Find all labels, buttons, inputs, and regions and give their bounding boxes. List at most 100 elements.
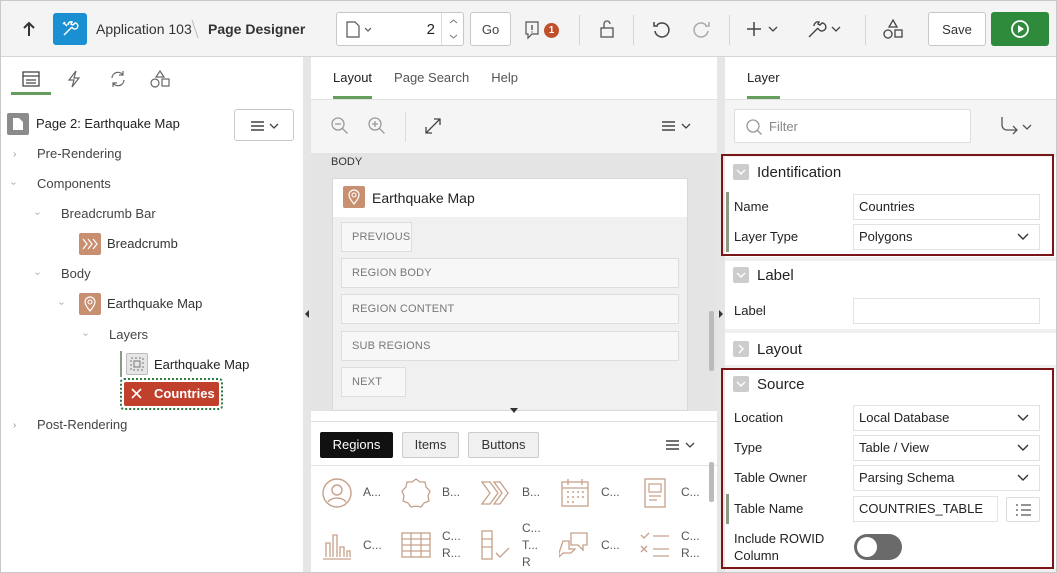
tab-layer[interactable]: Layer bbox=[736, 57, 791, 99]
go-button[interactable]: Go bbox=[470, 12, 511, 46]
rendering-tab-icon[interactable] bbox=[11, 65, 51, 95]
tree-node-post-rendering[interactable]: Post-Rendering bbox=[37, 412, 127, 438]
zoom-in-icon[interactable] bbox=[366, 115, 388, 137]
redo-icon[interactable] bbox=[690, 17, 714, 41]
tab-page-search[interactable]: Page Search bbox=[383, 57, 480, 99]
zone-sub-regions[interactable]: SUB REGIONS bbox=[341, 331, 679, 361]
lock-icon[interactable] bbox=[595, 17, 619, 41]
issues-button[interactable]: 1 bbox=[521, 15, 561, 45]
region-header[interactable]: Earthquake Map bbox=[333, 179, 687, 217]
down-caret-icon[interactable] bbox=[510, 408, 518, 413]
expanded-chevron-icon[interactable]: › bbox=[56, 302, 67, 305]
undo-icon[interactable] bbox=[649, 17, 673, 41]
tree-node-pre-rendering[interactable]: Pre-Rendering bbox=[37, 141, 122, 167]
gallery-menu-icon[interactable] bbox=[662, 434, 698, 456]
shared-components-icon[interactable] bbox=[880, 16, 906, 42]
tree-node-breadcrumb-bar[interactable]: Breadcrumb Bar bbox=[61, 201, 156, 227]
expanded-chevron-icon[interactable]: › bbox=[32, 272, 43, 275]
gallery-item-label: A... bbox=[363, 485, 382, 499]
gallery-item-label: C... bbox=[601, 538, 620, 552]
region-type-checklist-icon[interactable] bbox=[639, 529, 671, 561]
gallery-item-label: T... bbox=[522, 538, 539, 552]
layout-menu-icon[interactable] bbox=[658, 115, 694, 137]
tree-node-breadcrumb[interactable]: Breadcrumb bbox=[107, 231, 178, 257]
zone-region-body[interactable]: REGION BODY bbox=[341, 258, 679, 288]
region-type-card-icon[interactable] bbox=[639, 477, 671, 509]
region-type-breadcrumb-icon[interactable] bbox=[480, 477, 512, 509]
tree-node-earthquake-map[interactable]: Earthquake Map bbox=[107, 291, 202, 317]
canvas-scrollbar[interactable] bbox=[709, 311, 714, 371]
filter-input[interactable]: Filter bbox=[734, 109, 971, 143]
go-to-group-icon[interactable] bbox=[998, 114, 1036, 138]
section-layout-header[interactable]: Layout bbox=[733, 335, 802, 363]
gallery-item-label: B... bbox=[522, 485, 541, 499]
zone-previous[interactable]: PREVIOUS bbox=[341, 222, 412, 252]
expanded-chevron-icon[interactable]: › bbox=[8, 182, 19, 185]
shared-components-tab-icon[interactable] bbox=[147, 67, 173, 91]
toolbar-divider bbox=[633, 15, 634, 45]
toolbar-divider bbox=[405, 112, 406, 142]
property-toolbar: Filter bbox=[725, 99, 1056, 153]
dynamic-actions-tab-icon[interactable] bbox=[61, 67, 87, 91]
gallery-item-label: C... bbox=[601, 485, 620, 499]
gallery-tab-buttons[interactable]: Buttons bbox=[468, 432, 539, 458]
region-type-calendar-icon[interactable] bbox=[559, 477, 591, 509]
section-layout: Layout bbox=[725, 333, 1056, 365]
map-layer-icon bbox=[126, 353, 148, 375]
region-type-badge-icon[interactable] bbox=[400, 477, 432, 509]
page-selector[interactable]: 2 bbox=[336, 12, 464, 46]
zoom-out-icon[interactable] bbox=[329, 115, 351, 137]
gallery-tab-items[interactable]: Items bbox=[402, 432, 459, 458]
collapsed-chevron-icon[interactable]: › bbox=[13, 149, 16, 160]
expanded-chevron-icon[interactable]: › bbox=[32, 212, 43, 215]
utilities-menu-button[interactable] bbox=[805, 16, 847, 42]
tab-layout[interactable]: Layout bbox=[322, 57, 383, 99]
tree-node-countries[interactable]: Countries bbox=[124, 382, 219, 406]
region-type-chart-icon[interactable] bbox=[321, 529, 353, 561]
up-arrow-icon[interactable] bbox=[17, 17, 41, 41]
expanded-chevron-icon[interactable]: › bbox=[80, 333, 91, 336]
rendering-tree-pane: Page 2: Earthquake Map › Pre-Rendering ›… bbox=[1, 57, 303, 572]
region-type-avatar-icon[interactable] bbox=[321, 477, 353, 509]
app-builder-icon[interactable] bbox=[53, 13, 87, 45]
left-tab-bar bbox=[1, 57, 303, 99]
page-icon bbox=[7, 113, 29, 135]
gallery-item-label: C... bbox=[363, 538, 382, 552]
breadcrumb-separator bbox=[190, 18, 200, 40]
gallery-tab-regions[interactable]: Regions bbox=[320, 432, 393, 458]
tree-node-body[interactable]: Body bbox=[61, 261, 91, 287]
tree-node-layers[interactable]: Layers bbox=[109, 322, 148, 348]
region-type-grid-icon[interactable] bbox=[400, 529, 432, 561]
region-title: Earthquake Map bbox=[372, 190, 475, 206]
left-splitter[interactable] bbox=[303, 57, 311, 572]
tree-node-components[interactable]: Components bbox=[37, 171, 111, 197]
gallery-item-label: C... bbox=[681, 485, 700, 499]
toolbar-divider bbox=[729, 15, 730, 45]
tree-node-layer-earthquake[interactable]: Earthquake Map bbox=[154, 352, 249, 378]
zone-region-content[interactable]: REGION CONTENT bbox=[341, 294, 679, 324]
gallery-item-label: R... bbox=[681, 546, 700, 560]
save-button[interactable]: Save bbox=[928, 12, 986, 46]
map-pin-icon bbox=[79, 293, 101, 315]
gallery-item-label: B... bbox=[442, 485, 461, 499]
tree-page-node[interactable]: Page 2: Earthquake Map bbox=[36, 111, 180, 137]
breadcrumb-region-icon bbox=[79, 233, 101, 255]
page-number-input[interactable]: 2 bbox=[415, 21, 435, 38]
collapse-chevron-icon bbox=[733, 267, 749, 283]
processing-tab-icon[interactable] bbox=[105, 67, 131, 91]
tab-help[interactable]: Help bbox=[480, 57, 529, 99]
collapsed-chevron-icon[interactable]: › bbox=[13, 420, 16, 431]
expand-icon[interactable] bbox=[422, 115, 444, 137]
section-label-header[interactable]: Label bbox=[733, 261, 794, 289]
gallery-scrollbar[interactable] bbox=[709, 462, 714, 502]
component-gallery: Regions Items Buttons A... B... B... C..… bbox=[311, 421, 717, 572]
region-type-comments-icon[interactable] bbox=[559, 529, 591, 561]
page-stepper[interactable] bbox=[441, 13, 464, 45]
label-field[interactable] bbox=[853, 298, 1040, 324]
run-page-button[interactable] bbox=[991, 12, 1049, 46]
application-link[interactable]: Application 103 bbox=[96, 21, 192, 37]
zone-next[interactable]: NEXT bbox=[341, 367, 406, 397]
tree-menu-button[interactable] bbox=[234, 109, 294, 141]
region-type-tree-icon[interactable] bbox=[480, 529, 512, 561]
create-menu-button[interactable] bbox=[746, 16, 784, 42]
